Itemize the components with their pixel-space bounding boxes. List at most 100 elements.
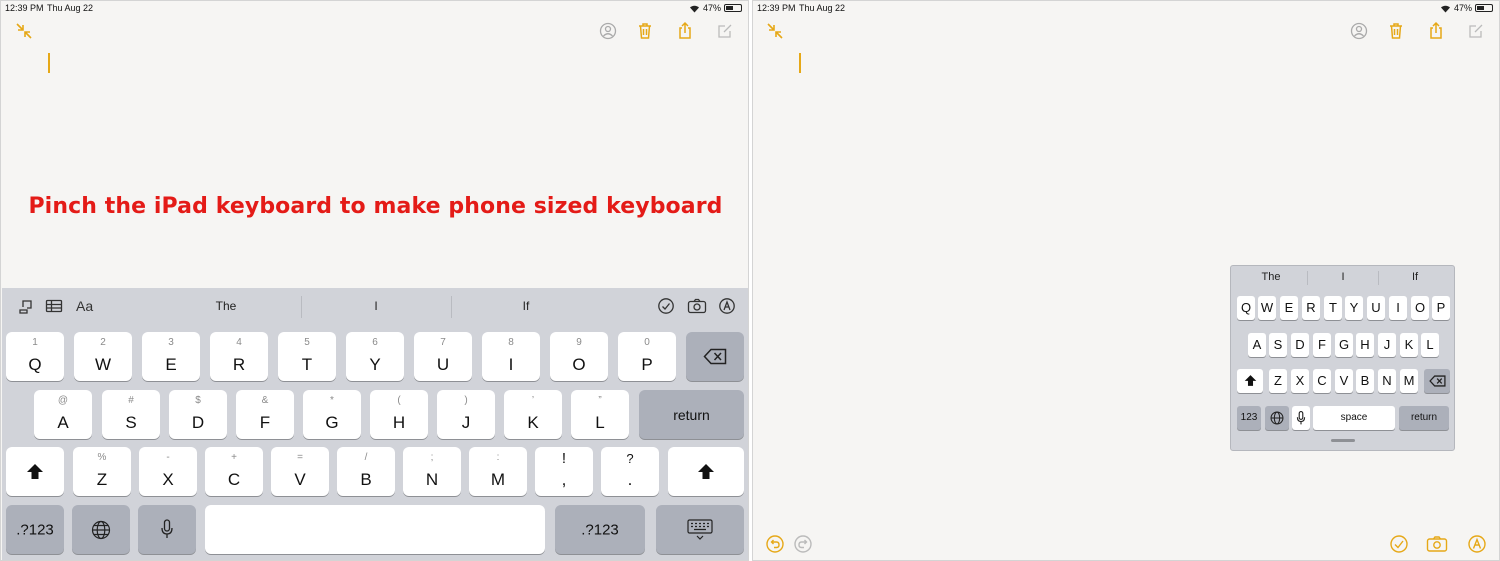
shift-key-right[interactable] [668, 447, 744, 496]
undo-icon[interactable] [17, 297, 35, 315]
key-k[interactable]: ’ K [504, 390, 562, 439]
key-m[interactable]: M [1400, 369, 1418, 393]
key-k[interactable]: K [1400, 333, 1418, 357]
share-people-icon[interactable] [598, 21, 618, 41]
suggestion-2[interactable]: I [301, 299, 451, 313]
key-b[interactable]: B [1356, 369, 1374, 393]
key-l[interactable]: ” L [571, 390, 629, 439]
suggestion-1[interactable]: The [1241, 271, 1301, 283]
key-j[interactable]: J [1378, 333, 1396, 357]
key-d[interactable]: $ D [169, 390, 227, 439]
key-c[interactable]: + C [205, 447, 263, 496]
key-y[interactable]: 6Y [346, 332, 404, 381]
key-m[interactable]: :M [469, 447, 527, 496]
key-u[interactable]: U [1367, 296, 1385, 320]
checklist-icon[interactable] [1389, 534, 1409, 554]
space-bar[interactable] [205, 505, 545, 554]
space-bar[interactable]: space [1313, 406, 1395, 430]
numbers-key[interactable]: 123 [1237, 406, 1261, 430]
key-i[interactable]: 8I [482, 332, 540, 381]
undo-icon[interactable] [765, 534, 785, 554]
key-r[interactable]: 4R [210, 332, 268, 381]
share-icon[interactable] [675, 21, 695, 41]
key-o[interactable]: 9O [550, 332, 608, 381]
key-s[interactable]: # S [102, 390, 160, 439]
markup-icon[interactable] [718, 297, 736, 315]
compose-icon[interactable] [715, 21, 735, 41]
key-v[interactable]: V [1335, 369, 1353, 393]
key-t[interactable]: 5T [278, 332, 336, 381]
key-i[interactable]: I [1389, 296, 1407, 320]
key-h[interactable]: (H [370, 390, 428, 439]
key-n[interactable]: N [1378, 369, 1396, 393]
wifi-icon [689, 5, 699, 12]
key-z[interactable]: Z [1269, 369, 1287, 393]
key-u[interactable]: 7U [414, 332, 472, 381]
key-v[interactable]: = V [271, 447, 329, 496]
text-format-icon[interactable]: Aa [76, 298, 98, 316]
key-z[interactable]: % Z [73, 447, 131, 496]
trash-icon[interactable] [635, 21, 655, 41]
key-j[interactable]: ) J [437, 390, 495, 439]
shift-key-left[interactable] [6, 447, 64, 496]
globe-key[interactable] [1265, 406, 1289, 430]
suggestion-3[interactable]: If [451, 299, 601, 313]
camera-icon[interactable] [687, 297, 707, 315]
key-r[interactable]: R [1302, 296, 1320, 320]
globe-key[interactable] [72, 505, 130, 554]
hide-keyboard-key[interactable] [656, 505, 744, 554]
key-w[interactable]: 2W [74, 332, 132, 381]
key-e[interactable]: E [1280, 296, 1298, 320]
key-p[interactable]: 0P [618, 332, 676, 381]
key-q[interactable]: Q [1237, 296, 1255, 320]
dictation-key[interactable] [138, 505, 196, 554]
key-a[interactable]: @ A [34, 390, 92, 439]
delete-key[interactable] [686, 332, 744, 381]
key-f[interactable]: & F [236, 390, 294, 439]
table-icon[interactable] [45, 297, 63, 315]
camera-icon[interactable] [1426, 534, 1448, 554]
key-b[interactable]: / B [337, 447, 395, 496]
key-d[interactable]: D [1291, 333, 1309, 357]
collapse-icon[interactable] [765, 21, 785, 41]
key-period[interactable]: ?. [601, 447, 659, 496]
share-people-icon[interactable] [1349, 21, 1369, 41]
key-f[interactable]: F [1313, 333, 1331, 357]
key-l[interactable]: L [1421, 333, 1439, 357]
key-x[interactable]: X [1291, 369, 1309, 393]
key-c[interactable]: C [1313, 369, 1331, 393]
share-icon[interactable] [1426, 21, 1446, 41]
key-n[interactable]: ; N [403, 447, 461, 496]
key-y[interactable]: Y [1345, 296, 1363, 320]
key-q[interactable]: 1Q [6, 332, 64, 381]
key-w[interactable]: W [1258, 296, 1276, 320]
numbers-key-right[interactable]: .?123 [555, 505, 645, 554]
suggestion-3[interactable]: If [1385, 271, 1445, 283]
key-comma[interactable]: !, [535, 447, 593, 496]
dictation-key[interactable] [1292, 406, 1310, 430]
markup-icon[interactable] [1467, 534, 1487, 554]
key-o[interactable]: O [1411, 296, 1429, 320]
key-x[interactable]: -X [139, 447, 197, 496]
return-key[interactable]: return [639, 390, 744, 439]
return-key[interactable]: return [1399, 406, 1449, 430]
shift-key[interactable] [1237, 369, 1263, 393]
suggestion-1[interactable]: The [151, 299, 301, 313]
keyboard-drag-handle[interactable] [1331, 439, 1355, 442]
key-s[interactable]: S [1269, 333, 1287, 357]
redo-icon[interactable] [793, 534, 813, 554]
trash-icon[interactable] [1386, 21, 1406, 41]
key-a[interactable]: A [1248, 333, 1266, 357]
key-t[interactable]: T [1324, 296, 1342, 320]
key-p[interactable]: P [1432, 296, 1450, 320]
key-g[interactable]: * G [303, 390, 361, 439]
checklist-icon[interactable] [657, 297, 675, 315]
suggestion-2[interactable]: I [1313, 271, 1373, 283]
delete-key[interactable] [1424, 369, 1450, 393]
compose-icon[interactable] [1466, 21, 1486, 41]
numbers-key[interactable]: .?123 [6, 505, 64, 554]
collapse-icon[interactable] [14, 21, 34, 41]
key-e[interactable]: 3E [142, 332, 200, 381]
key-h[interactable]: H [1356, 333, 1374, 357]
key-g[interactable]: G [1335, 333, 1353, 357]
